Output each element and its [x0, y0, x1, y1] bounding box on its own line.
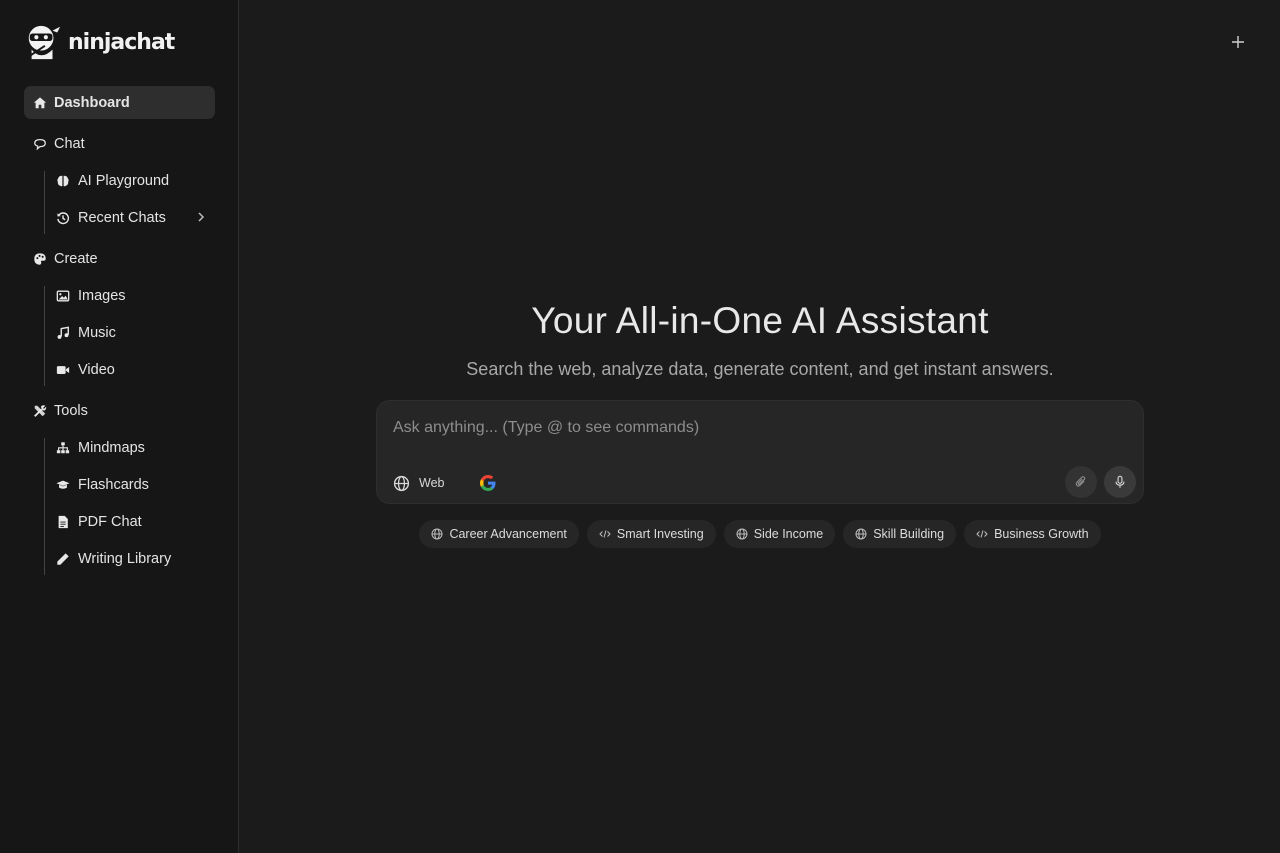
nav-tools[interactable]: Tools [24, 394, 215, 427]
chat-composer[interactable]: Ask anything... (Type @ to see commands)… [376, 400, 1144, 504]
pencil-icon [55, 551, 71, 567]
tools-group-line [44, 438, 45, 575]
home-icon [32, 95, 48, 111]
sidebar-item-label: Music [78, 324, 116, 341]
page-subtitle: Search the web, analyze data, generate c… [466, 359, 1054, 379]
palette-icon [32, 251, 48, 267]
globe-icon [431, 528, 443, 540]
sidebar-item-label: Flashcards [78, 476, 149, 493]
file-icon [55, 514, 71, 530]
page-title: Your All-in-One AI Assistant [531, 300, 989, 341]
sidebar-item-music[interactable]: Music [46, 316, 215, 349]
logo[interactable]: ninjachat [24, 23, 175, 61]
history-icon [55, 210, 71, 226]
sidebar-item-label: AI Playground [78, 172, 170, 189]
sidebar-item-label: Recent Chats [78, 209, 166, 226]
attach-button[interactable] [1065, 466, 1097, 498]
sidebar-item-label: Images [78, 287, 126, 304]
suggestion-label: Smart Investing [616, 527, 704, 541]
sidebar-item-pdf-chat[interactable]: PDF Chat [46, 505, 215, 538]
graduation-cap-icon [55, 477, 71, 493]
create-group-line [44, 286, 45, 386]
sidebar-item-images[interactable]: Images [46, 279, 215, 312]
code-icon [599, 530, 611, 538]
google-icon[interactable] [479, 474, 497, 492]
code-icon [976, 530, 988, 538]
globe-icon [393, 475, 410, 491]
suggestion-skill-building[interactable]: Skill Building [843, 520, 957, 548]
web-search-toggle[interactable]: Web [393, 471, 444, 495]
nav-chat[interactable]: Chat [24, 127, 215, 160]
tools-icon [32, 403, 48, 419]
nav-tools-label: Tools [54, 402, 88, 419]
globe-icon [855, 528, 867, 540]
suggestion-label: Career Advancement [449, 527, 567, 541]
sidebar-item-label: Video [78, 361, 115, 378]
nav-dashboard-label: Dashboard [54, 94, 130, 111]
voice-input-button[interactable] [1104, 466, 1136, 498]
chat-input[interactable]: Ask anything... (Type @ to see commands) [393, 419, 699, 437]
chevron-right-icon[interactable] [195, 211, 207, 223]
nav-chat-label: Chat [54, 135, 85, 152]
sidebar-item-label: PDF Chat [78, 513, 142, 530]
sidebar-item-writing-library[interactable]: Writing Library [46, 542, 215, 575]
suggestion-label: Side Income [753, 527, 824, 541]
microphone-icon [1115, 475, 1125, 488]
suggestion-label: Business Growth [994, 527, 1089, 541]
ninja-logo-icon [27, 25, 61, 60]
video-icon [55, 362, 71, 378]
sitemap-icon [55, 440, 71, 456]
sidebar-item-label: Writing Library [78, 550, 172, 567]
suggestion-side-income[interactable]: Side Income [723, 520, 836, 548]
nav-create[interactable]: Create [24, 242, 215, 275]
suggestion-chips: Career Advancement Smart Investing Side … [240, 520, 1280, 548]
brand-name: ninjachat [68, 29, 175, 55]
suggestion-smart-investing[interactable]: Smart Investing [586, 520, 716, 548]
chat-bubble-icon [32, 136, 48, 152]
new-chat-button[interactable] [1228, 32, 1248, 52]
suggestion-business-growth[interactable]: Business Growth [964, 520, 1101, 548]
sidebar: ninjachat Dashboard Chat AI Playground R… [0, 0, 239, 853]
sidebar-item-flashcards[interactable]: Flashcards [46, 468, 215, 501]
nav-create-label: Create [54, 250, 98, 267]
suggestion-label: Skill Building [873, 527, 945, 541]
suggestion-career-advancement[interactable]: Career Advancement [419, 520, 579, 548]
sidebar-item-recent-chats[interactable]: Recent Chats [46, 201, 215, 234]
chat-group-line [44, 171, 45, 234]
brain-icon [55, 173, 71, 189]
paperclip-icon [1075, 476, 1086, 487]
web-label: Web [419, 476, 445, 490]
nav-dashboard[interactable]: Dashboard [24, 86, 215, 119]
sidebar-item-video[interactable]: Video [46, 353, 215, 386]
globe-icon [736, 528, 748, 540]
image-icon [55, 288, 71, 304]
music-icon [55, 325, 71, 341]
sidebar-item-label: Mindmaps [78, 439, 145, 456]
sidebar-item-ai-playground[interactable]: AI Playground [46, 164, 215, 197]
plus-icon [1232, 36, 1244, 48]
sidebar-item-mindmaps[interactable]: Mindmaps [46, 431, 215, 464]
